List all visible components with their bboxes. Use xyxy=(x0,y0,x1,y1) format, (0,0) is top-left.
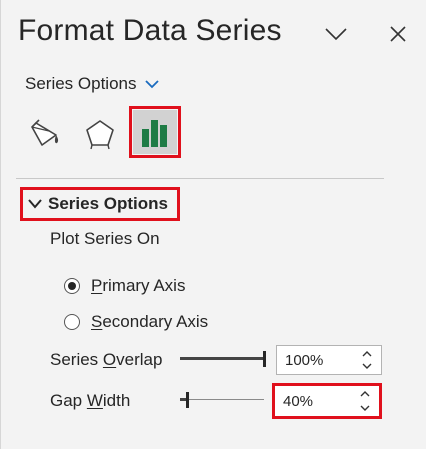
close-icon xyxy=(390,26,406,42)
chevron-down-icon xyxy=(144,79,159,88)
primary-axis-label: Primary Axis xyxy=(91,276,186,295)
increment-button[interactable] xyxy=(362,348,372,360)
close-pane-button[interactable] xyxy=(384,20,412,48)
radio-button[interactable] xyxy=(64,314,80,330)
paint-bucket-icon xyxy=(31,119,59,146)
tab-divider xyxy=(16,178,384,179)
series-overlap-spinner[interactable] xyxy=(276,345,382,375)
collapse-pane-button[interactable] xyxy=(322,20,350,48)
chevron-down-icon xyxy=(325,28,347,41)
series-options-dropdown[interactable]: Series Options xyxy=(25,74,159,94)
gap-width-label: Gap Width xyxy=(50,391,131,410)
decrement-button[interactable] xyxy=(362,360,372,372)
chevron-up-icon xyxy=(360,391,370,397)
slider-fill xyxy=(180,357,264,360)
chevron-down-icon xyxy=(362,363,372,369)
secondary-axis-radio[interactable]: Secondary Axis xyxy=(64,312,208,332)
series-options-section-header[interactable]: Series Options xyxy=(20,187,180,221)
chevron-down-icon xyxy=(360,405,370,411)
chevron-up-icon xyxy=(362,351,372,357)
radio-button[interactable] xyxy=(64,278,80,294)
chevron-down-icon xyxy=(28,199,42,209)
primary-axis-radio[interactable]: Primary Axis xyxy=(64,276,185,296)
slider-track xyxy=(180,399,264,400)
series-options-dropdown-label: Series Options xyxy=(25,74,137,93)
slider-thumb[interactable] xyxy=(185,392,189,408)
pentagon-icon xyxy=(86,120,114,150)
increment-button[interactable] xyxy=(360,388,370,400)
decrement-button[interactable] xyxy=(360,402,370,414)
gap-width-input[interactable] xyxy=(275,385,357,417)
tab-series-options[interactable] xyxy=(129,106,181,158)
bar-chart-icon xyxy=(142,120,167,147)
gap-width-spinner[interactable] xyxy=(272,383,382,419)
series-overlap-input[interactable] xyxy=(277,345,359,375)
series-overlap-label: Series Overlap xyxy=(50,350,163,369)
tab-effects[interactable] xyxy=(78,112,122,156)
section-title: Series Options xyxy=(48,194,168,213)
slider-thumb[interactable] xyxy=(263,351,266,367)
tab-fill-line[interactable] xyxy=(22,112,66,156)
secondary-axis-label: Secondary Axis xyxy=(91,312,209,331)
plot-series-on-label: Plot Series On xyxy=(50,229,160,248)
gap-width-slider[interactable] xyxy=(180,392,264,408)
pane-title: Format Data Series xyxy=(18,14,282,47)
series-overlap-slider[interactable] xyxy=(180,351,266,367)
pane-left-border xyxy=(0,0,1,449)
